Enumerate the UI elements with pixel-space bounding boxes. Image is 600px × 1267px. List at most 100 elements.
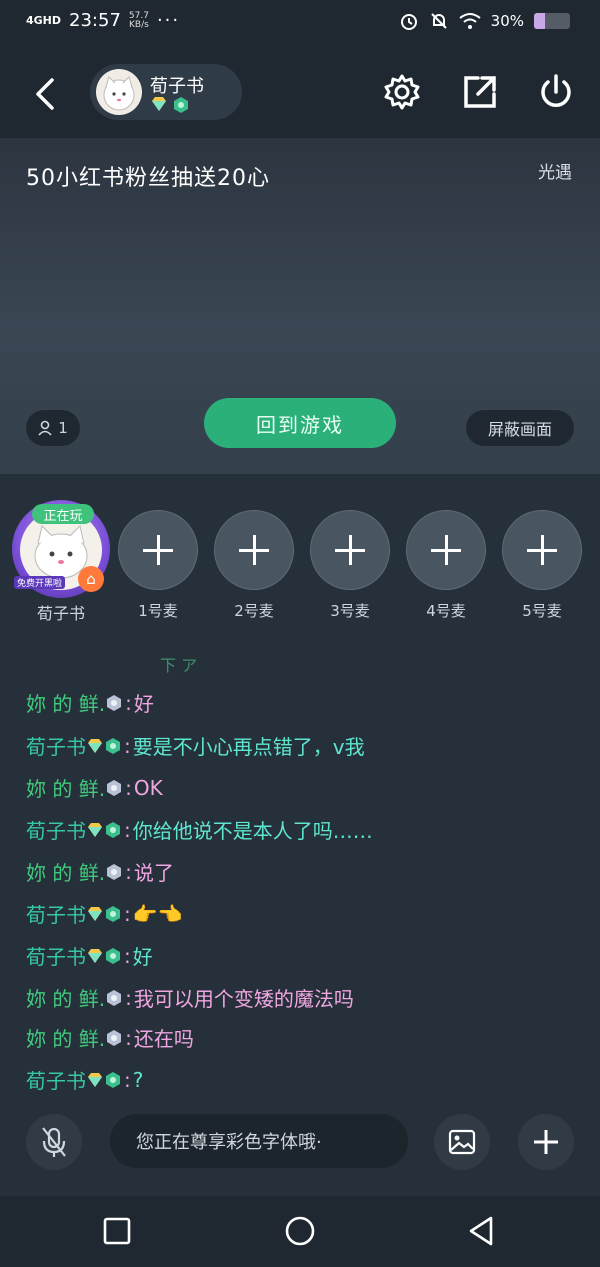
level-badge-icon — [107, 863, 122, 880]
chat-input[interactable]: 您正在尊享彩色字体哦· — [110, 1114, 408, 1168]
game-tag: 光遇 — [538, 163, 572, 183]
add-seat-icon — [118, 510, 198, 590]
room-header: 荀子书 — [0, 46, 600, 138]
battery-icon — [534, 13, 570, 29]
image-icon — [448, 1129, 476, 1155]
level-badge-icon — [106, 737, 120, 754]
add-seat-icon — [310, 510, 390, 590]
level-badge-icon — [107, 779, 122, 796]
chat-message: 荀子书: 好 — [26, 941, 153, 970]
live-banner: 免费开黑啦 — [14, 576, 66, 589]
chat-text: 👉👈 — [132, 901, 183, 926]
add-seat-icon — [502, 510, 582, 590]
level-badge-icon — [106, 1071, 120, 1088]
chat-user[interactable]: 荀子书 — [26, 731, 86, 760]
mic-seat-3[interactable]: 3号麦 — [310, 510, 390, 621]
chat-user[interactable]: 荀子书 — [26, 899, 86, 928]
mic-seat-label: 4号麦 — [426, 602, 466, 620]
chat-message: 妳 的 鲜.: 说了 — [26, 857, 174, 886]
mic-seat-label: 1号麦 — [138, 602, 178, 620]
chat-text: 要是不小心再点错了，v我 — [132, 735, 365, 759]
chat-text: 还在吗 — [133, 1027, 194, 1051]
diamond-badge-icon — [152, 97, 166, 111]
viewer-count: 1 — [58, 419, 68, 437]
network-speed: 57.7 KB/s — [129, 11, 149, 30]
diamond-badge-icon — [88, 738, 102, 753]
viewer-count-button[interactable]: 1 — [26, 410, 80, 446]
wifi-icon — [459, 13, 481, 29]
level-badge-icon — [106, 947, 120, 964]
back-triangle-icon[interactable] — [466, 1215, 496, 1247]
host-seat-name: 荀子书 — [36, 604, 85, 623]
chat-text: OK — [133, 775, 163, 800]
chat-message: 妳 的 鲜.: OK — [26, 773, 163, 802]
home-icon: ⌂ — [78, 566, 104, 592]
chat-message: 妳 的 鲜.: 还在吗 — [26, 1023, 194, 1052]
clock: 23:57 — [69, 10, 121, 31]
mic-seat-label: 3号麦 — [330, 602, 370, 620]
plus-icon — [534, 1130, 558, 1154]
level-badge-icon — [106, 905, 120, 922]
back-arrow-icon[interactable] — [30, 74, 60, 114]
level-badge-icon — [107, 1029, 122, 1046]
playing-badge: 正在玩 — [32, 504, 94, 524]
battery-percent: 30% — [490, 12, 524, 30]
chat-message: 妳 的 鲜.: 好 — [26, 688, 154, 717]
home-circle-icon[interactable] — [284, 1215, 316, 1247]
level-badge-icon — [174, 97, 188, 113]
chat-message: 妳 的 鲜.: 我可以用个变矮的魔法吗 — [26, 983, 354, 1012]
system-nav-bar — [0, 1196, 600, 1267]
chat-message: 荀子书: 要是不小心再点错了，v我 — [26, 731, 365, 760]
scroll-hint: 下 ア — [160, 656, 198, 675]
level-badge-icon — [107, 989, 122, 1006]
chat-user[interactable]: 荀子书 — [26, 1065, 86, 1094]
settings-gear-icon[interactable] — [382, 72, 422, 112]
cat-avatar-icon — [103, 76, 135, 111]
network-indicator: 4GHD — [26, 13, 62, 27]
chat-user[interactable]: 荀子书 — [26, 815, 86, 844]
mic-seat-label: 2号麦 — [234, 602, 274, 620]
diamond-badge-icon — [88, 948, 102, 963]
chat-user[interactable]: 妳 的 鲜. — [26, 983, 105, 1012]
host-profile-chip[interactable]: 荀子书 — [90, 64, 242, 120]
chat-text: 说了 — [133, 861, 174, 885]
power-exit-icon[interactable] — [536, 72, 576, 112]
mic-off-icon — [42, 1127, 66, 1157]
more-notifications: ··· — [156, 10, 181, 31]
share-icon[interactable] — [460, 72, 500, 112]
chat-user[interactable]: 妳 的 鲜. — [26, 688, 105, 717]
chat-user[interactable]: 荀子书 — [26, 941, 86, 970]
chat-message: 荀子书:? — [26, 1065, 143, 1094]
chat-text: 好 — [133, 692, 154, 716]
level-badge-icon — [107, 694, 122, 711]
more-plus-button[interactable] — [518, 1114, 574, 1170]
mic-seat-2[interactable]: 2号麦 — [214, 510, 294, 621]
chat-message: 荀子书: 你给他说不是本人了吗…… — [26, 815, 373, 844]
chat-user[interactable]: 妳 的 鲜. — [26, 857, 105, 886]
back-to-game-button[interactable]: 回到游戏 — [204, 398, 396, 448]
mic-seat-1[interactable]: 1号麦 — [118, 510, 198, 621]
recents-square-icon[interactable] — [102, 1216, 132, 1246]
mic-seat-5[interactable]: 5号麦 — [502, 510, 582, 621]
level-badge-icon — [106, 821, 120, 838]
room-title: 50小红书粉丝抽送20心 — [26, 166, 270, 191]
speed-unit: KB/s — [129, 19, 149, 30]
block-screen-button[interactable]: 屏蔽画面 — [466, 410, 574, 446]
diamond-badge-icon — [88, 1072, 102, 1087]
add-seat-icon — [406, 510, 486, 590]
host-seat[interactable]: 正在玩 免费开黑啦 ⌂ — [12, 500, 112, 600]
alarm-icon — [400, 14, 417, 30]
person-icon — [38, 420, 52, 436]
chat-user[interactable]: 妳 的 鲜. — [26, 773, 105, 802]
chat-text: 我可以用个变矮的魔法吗 — [133, 987, 354, 1011]
mute-bell-icon — [430, 13, 447, 29]
mic-seat-4[interactable]: 4号麦 — [406, 510, 486, 621]
mic-muted-button[interactable] — [26, 1114, 82, 1170]
chat-user[interactable]: 妳 的 鲜. — [26, 1023, 105, 1052]
chat-message: 荀子书: 👉👈 — [26, 899, 183, 928]
image-button[interactable] — [434, 1114, 490, 1170]
diamond-badge-icon — [88, 822, 102, 837]
chat-text: ? — [132, 1067, 144, 1092]
avatar — [96, 69, 142, 115]
game-screen-area: 50小红书粉丝抽送20心 光遇 1 回到游戏 屏蔽画面 — [0, 138, 600, 474]
